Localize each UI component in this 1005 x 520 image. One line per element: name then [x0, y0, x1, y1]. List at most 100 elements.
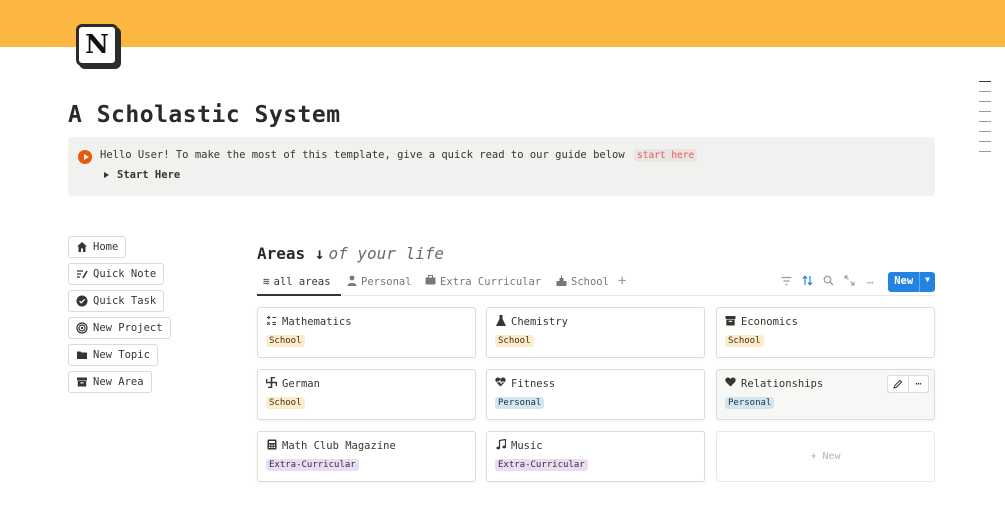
- edit-pencil-icon[interactable]: [888, 376, 908, 392]
- card-title-text: Fitness: [511, 377, 556, 390]
- card-title: Math Club Magazine: [266, 439, 396, 453]
- area-card-mathematics[interactable]: Mathematics School: [257, 307, 476, 358]
- tab-label: School: [571, 276, 609, 288]
- home-button[interactable]: Home: [68, 236, 127, 258]
- database-toolbar: ⋯ New ▼: [780, 272, 935, 292]
- card-title-text: Economics: [741, 316, 798, 328]
- new-area-label: New Area: [93, 376, 144, 388]
- folder-icon: [76, 349, 88, 361]
- callout-block: Hello User! To make the most of this tem…: [68, 137, 935, 196]
- tag-school: School: [495, 335, 534, 347]
- briefcase-icon: [425, 275, 436, 288]
- view-tabs-bar: ≋ all areas Personal Extra Curricular Sc…: [257, 272, 935, 296]
- new-topic-button[interactable]: New Topic: [68, 344, 158, 366]
- tag-personal: Personal: [495, 397, 545, 409]
- database-title[interactable]: Areas ↓ of your life: [257, 244, 444, 263]
- tag-personal: Personal: [725, 397, 775, 409]
- home-label: Home: [93, 241, 119, 253]
- card-title: Economics: [725, 315, 798, 329]
- quick-note-label: Quick Note: [93, 268, 157, 280]
- toggle-label[interactable]: Start Here: [117, 169, 180, 181]
- new-topic-label: New Topic: [93, 349, 150, 361]
- tag-school: School: [266, 397, 305, 409]
- tag-school: School: [725, 335, 764, 347]
- chevron-down-icon[interactable]: ▼: [919, 272, 935, 292]
- add-new-card[interactable]: + New: [716, 431, 935, 482]
- card-title: Relationships: [725, 377, 823, 390]
- card-title: German: [265, 376, 320, 391]
- person-icon: [347, 275, 357, 289]
- page-title: A Scholastic System: [68, 102, 341, 128]
- quick-note-button[interactable]: Quick Note: [68, 263, 165, 285]
- calculator-symbols-icon: [266, 315, 277, 329]
- new-card-label[interactable]: + New: [717, 451, 934, 462]
- area-card-chemistry[interactable]: Chemistry School: [486, 307, 705, 358]
- inline-code: start here: [634, 149, 698, 162]
- archive-box-icon: [76, 376, 88, 388]
- card-title-text: Music: [511, 440, 543, 452]
- calculator-icon: [266, 439, 277, 453]
- check-circle-icon: [76, 295, 88, 307]
- heart-pulse-icon: [495, 377, 506, 390]
- tab-personal[interactable]: Personal: [347, 275, 412, 289]
- database-subtitle: of your life: [328, 244, 445, 263]
- callout-text: Hello User! To make the most of this tem…: [100, 149, 698, 162]
- toggle-arrow-icon[interactable]: [104, 172, 109, 178]
- stack-icon: ≋: [263, 275, 270, 288]
- filter-icon[interactable]: [780, 276, 792, 289]
- tag-extra-curricular: Extra-Curricular: [266, 459, 359, 471]
- card-title-text: Math Club Magazine: [282, 440, 396, 452]
- quick-task-button[interactable]: Quick Task: [68, 290, 165, 312]
- school-icon: [556, 275, 567, 289]
- card-title-text: Mathematics: [282, 316, 352, 328]
- area-card-relationships[interactable]: Relationships Personal ⋯: [716, 369, 935, 420]
- card-title: Music: [495, 438, 543, 453]
- card-title-text: German: [282, 378, 320, 390]
- database-title-text[interactable]: Areas ↓: [257, 244, 324, 263]
- music-note-icon: [495, 438, 506, 453]
- heart-icon: [725, 377, 736, 390]
- pen-lines-icon: [76, 268, 88, 280]
- tab-label: Extra Curricular: [440, 275, 542, 288]
- target-icon: [76, 322, 88, 334]
- more-options-icon[interactable]: ⋯: [864, 276, 876, 289]
- tab-label: all areas: [273, 275, 331, 288]
- search-icon[interactable]: [822, 275, 834, 289]
- active-tab-underline: [257, 294, 341, 296]
- table-of-contents-indicator[interactable]: [979, 81, 991, 161]
- tab-extra-curricular[interactable]: Extra Curricular: [425, 275, 541, 288]
- area-card-economics[interactable]: Economics School: [716, 307, 935, 358]
- tab-all-areas[interactable]: ≋ all areas: [263, 275, 331, 288]
- card-title: Chemistry: [495, 315, 568, 329]
- add-view-plus-icon[interactable]: +: [618, 273, 626, 289]
- start-here-toggle[interactable]: Start Here: [104, 169, 180, 181]
- card-title: Fitness: [495, 377, 555, 390]
- pinwheel-icon: [265, 376, 278, 391]
- quick-task-label: Quick Task: [93, 295, 157, 307]
- sort-icon[interactable]: [801, 275, 813, 289]
- flask-icon: [495, 315, 506, 329]
- callout-message: Hello User! To make the most of this tem…: [100, 149, 625, 161]
- area-card-music[interactable]: Music Extra-Curricular: [486, 431, 705, 482]
- tab-school[interactable]: School: [556, 275, 609, 289]
- new-project-button[interactable]: New Project: [68, 317, 171, 339]
- area-card-math-club-magazine[interactable]: Math Club Magazine Extra-Curricular: [257, 431, 476, 482]
- new-area-button[interactable]: New Area: [68, 371, 152, 393]
- page-cover: [0, 0, 1005, 47]
- tab-label: Personal: [361, 276, 412, 288]
- expand-icon[interactable]: [843, 275, 855, 289]
- new-button-label[interactable]: New: [888, 272, 919, 292]
- card-hover-actions: ⋯: [887, 375, 929, 393]
- tag-extra-curricular: Extra-Curricular: [495, 459, 588, 471]
- card-more-options-icon[interactable]: ⋯: [908, 376, 928, 392]
- card-title-text: Relationships: [741, 377, 824, 390]
- play-circle-icon: [78, 150, 92, 164]
- tag-school: School: [266, 335, 305, 347]
- area-card-german[interactable]: German School: [257, 369, 476, 420]
- card-title: Mathematics: [266, 315, 352, 329]
- area-card-fitness[interactable]: Fitness Personal: [486, 369, 705, 420]
- notion-logo-icon: N: [76, 24, 118, 66]
- archive-box-icon: [725, 315, 736, 329]
- new-project-label: New Project: [93, 322, 163, 334]
- new-entry-button[interactable]: New ▼: [888, 272, 935, 292]
